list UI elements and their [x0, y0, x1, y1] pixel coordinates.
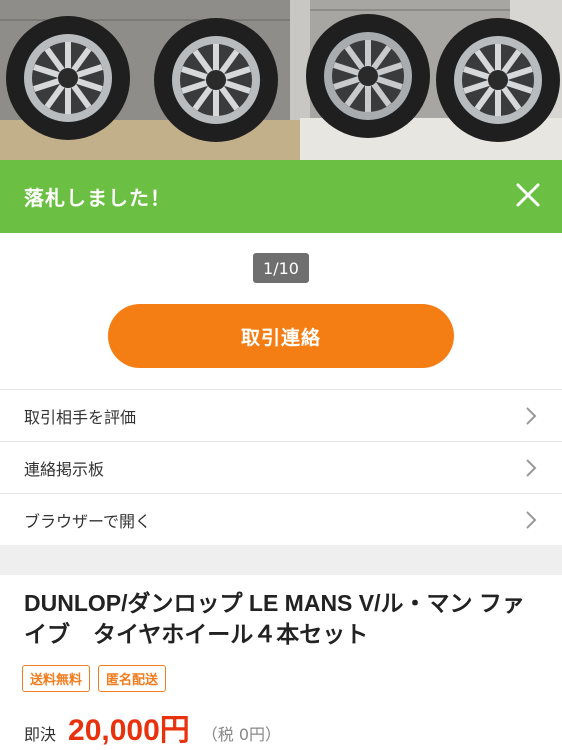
- menu-item-label: ブラウザーで開く: [24, 512, 152, 531]
- menu-item-rate-partner[interactable]: 取引相手を評価: [0, 390, 562, 442]
- product-photo[interactable]: [0, 0, 562, 160]
- menu-item-open-browser[interactable]: ブラウザーで開く: [0, 494, 562, 546]
- price-value: 20,000円: [68, 714, 190, 747]
- transaction-contact-button[interactable]: 取引連絡: [108, 304, 454, 368]
- chevron-right-icon: [526, 458, 537, 477]
- menu-item-label: 取引相手を評価: [24, 407, 137, 427]
- menu-item-message-board[interactable]: 連絡掲示板: [0, 442, 562, 494]
- close-icon[interactable]: [510, 177, 546, 213]
- chevron-right-icon: [526, 511, 537, 529]
- item-badges: 送料無料 匿名配送: [22, 665, 167, 692]
- anonymous-shipping-badge: 匿名配送: [98, 665, 167, 692]
- action-menu: 取引相手を評価 連絡掲示板 ブラウザーで開く: [0, 389, 562, 546]
- image-counter: 1/10: [253, 253, 309, 283]
- tax-note: （税 0円）: [201, 725, 282, 744]
- item-title: DUNLOP/ダンロップ LE MANS V/ル・マン ファイブ タイヤホイール…: [24, 590, 525, 647]
- price-row: 即決 20,000円 （税 0円）: [24, 705, 281, 749]
- section-divider: [0, 545, 562, 575]
- menu-item-label: 連絡掲示板: [24, 459, 105, 479]
- won-banner: 落札しました！: [0, 160, 562, 233]
- banner-title: 落札しました！: [24, 186, 171, 210]
- price-label: 即決: [24, 725, 57, 744]
- chevron-right-icon: [526, 406, 537, 425]
- free-shipping-badge: 送料無料: [22, 665, 91, 692]
